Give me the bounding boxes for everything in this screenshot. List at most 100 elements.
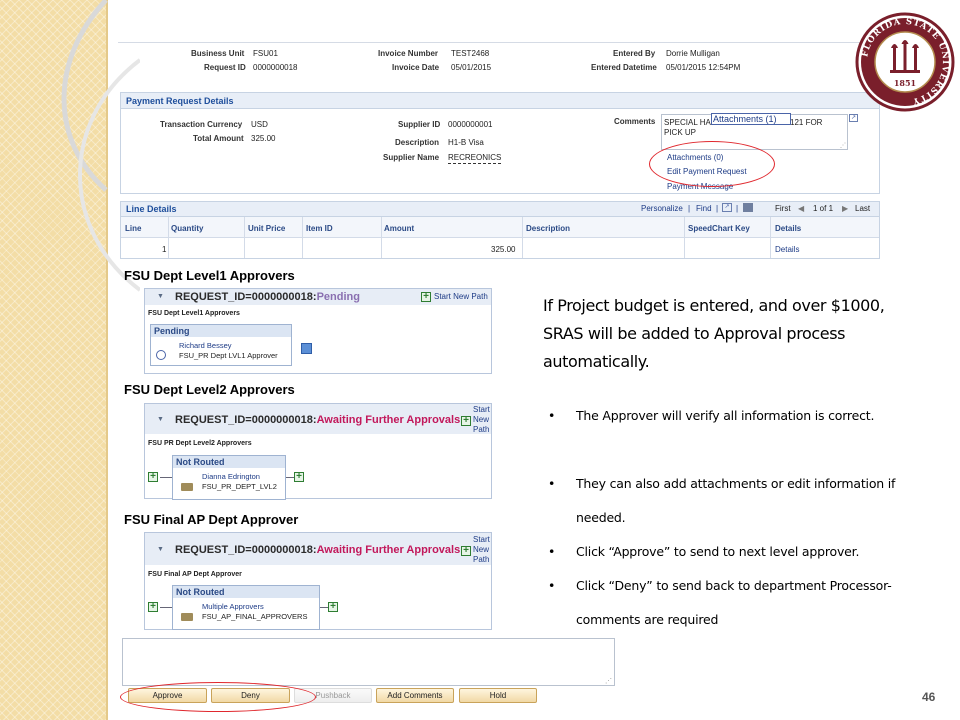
status-text-2: Awaiting Further Approvals (316, 414, 461, 426)
approver-role-2: FSU_PR_DEPT_LVL2 (202, 482, 277, 491)
attachments-tooltip: Attachments (1) (711, 113, 791, 125)
start-label[interactable]: Start (473, 405, 490, 414)
approvals-level2-heading: FSU Dept Level2 Approvers (124, 382, 295, 397)
path-label[interactable]: Path (473, 425, 489, 434)
total-amount-value: 325.00 (251, 134, 276, 143)
stage-box-3: Not Routed Multiple Approvers FSU_AP_FIN… (172, 585, 320, 630)
comments-line-1-tail: 121 FOR (790, 118, 823, 127)
hold-button[interactable]: Hold (459, 688, 537, 703)
column-item-id: Item ID (306, 224, 333, 233)
stage-status-2: Not Routed (173, 456, 285, 468)
approver-name-3[interactable]: Multiple Approvers (202, 602, 264, 611)
add-approver-plus-icon[interactable] (301, 343, 312, 354)
line-details-header (121, 202, 879, 217)
bullet-item-3: • Click “Approve” to send to next level … (548, 535, 938, 569)
university-seal-logo: FLORIDA STATE UNIVERSITY 1851 (855, 12, 955, 112)
path-name-3: FSU Final AP Dept Approver (148, 571, 242, 578)
find-link[interactable]: Find (696, 204, 712, 213)
request-id-status-1: REQUEST_ID=0000000018:Pending (175, 291, 360, 303)
entered-datetime-value: 05/01/2015 12:54PM (666, 63, 741, 72)
comments-line-2: PICK UP (664, 128, 697, 137)
resize-grip-icon[interactable]: ⋰ (840, 142, 846, 149)
collapse-triangle-icon[interactable]: ▼ (157, 416, 164, 423)
previous-arrow-icon[interactable]: ◀ (798, 204, 804, 213)
header-divider (118, 42, 878, 43)
decorative-arcs (61, 0, 140, 292)
insert-before-plus-icon[interactable]: + (148, 472, 158, 482)
page-number: 46 (922, 690, 936, 704)
business-unit-value: FSU01 (253, 49, 278, 58)
page-range: 1 of 1 (813, 204, 834, 213)
line-details-column-header-row (121, 217, 879, 238)
approver-role-1: FSU_PR Dept LVL1 Approver (179, 351, 278, 360)
last-link[interactable]: Last (855, 204, 870, 213)
entered-by-label: Entered By (613, 49, 656, 58)
approval-path-final: ▼ REQUEST_ID=0000000018:Awaiting Further… (144, 532, 492, 630)
path-label[interactable]: Path (473, 555, 489, 564)
invoice-date-value: 05/01/2015 (451, 63, 492, 72)
path-name-2: FSU PR Dept Level2 Approvers (148, 440, 252, 447)
description-label: Description (395, 138, 440, 147)
seal-year: 1851 (894, 78, 916, 88)
column-amount: Amount (384, 224, 415, 233)
column-description: Description (526, 224, 571, 233)
personalize-link[interactable]: Personalize (641, 204, 683, 213)
request-id-value: 0000000018 (253, 63, 298, 72)
payment-request-title: Payment Request Details (126, 96, 234, 106)
start-label[interactable]: Start (473, 535, 490, 544)
approvals-final-heading: FSU Final AP Dept Approver (124, 512, 299, 527)
view-all-icon[interactable]: ↗ (722, 203, 732, 212)
row-details-link[interactable]: Details (775, 245, 799, 254)
comments-line-1: SPECIAL HA (664, 118, 711, 127)
stage-status-1: Pending (151, 325, 291, 337)
clock-icon (156, 350, 166, 360)
column-line: Line (125, 224, 142, 233)
add-comments-button[interactable]: Add Comments (376, 688, 454, 703)
bullet-item-2: • They can also add attachments or edit … (548, 467, 938, 535)
new-label[interactable]: New (473, 415, 489, 424)
bullet-dot: • (548, 578, 556, 593)
new-label[interactable]: New (473, 545, 489, 554)
approvals-level1-heading: FSU Dept Level1 Approvers (124, 268, 295, 283)
approval-comments-textarea[interactable]: ⋰ (122, 638, 615, 686)
request-id-status-3: REQUEST_ID=0000000018:Awaiting Further A… (175, 544, 461, 556)
currency-label: Transaction Currency (160, 120, 243, 129)
invoice-number-value: TEST2468 (451, 49, 490, 58)
collapse-triangle-icon[interactable]: ▼ (157, 293, 164, 300)
expand-icon[interactable]: ↗ (849, 114, 858, 122)
collapse-triangle-icon[interactable]: ▼ (157, 546, 164, 553)
supplier-name-value[interactable]: RECREONICS (448, 153, 502, 164)
first-link[interactable]: First (775, 204, 791, 213)
entered-datetime-label: Entered Datetime (591, 63, 657, 72)
start-new-path-plus-icon[interactable]: + (421, 292, 431, 302)
highlight-oval-links (649, 141, 775, 187)
supplier-name-label: Supplier Name (383, 153, 440, 162)
line-details-title: Line Details (126, 204, 177, 214)
highlight-oval-buttons (120, 682, 316, 712)
start-new-path-plus-icon[interactable]: + (461, 546, 471, 556)
column-quantity: Quantity (171, 224, 204, 233)
callout-text: If Project budget is entered, and over $… (543, 296, 885, 371)
stage-box-2: Not Routed Dianna Edrington FSU_PR_DEPT_… (172, 455, 286, 500)
insert-after-plus-icon[interactable]: + (328, 602, 338, 612)
description-value: H1-B Visa (448, 138, 484, 147)
status-text-1: Pending (316, 291, 360, 303)
start-new-path-link[interactable]: Start New Path (434, 292, 488, 301)
download-grid-icon[interactable] (743, 203, 753, 212)
approver-name-1[interactable]: Richard Bessey (179, 341, 232, 350)
supplier-id-label: Supplier ID (398, 120, 441, 129)
row-amount: 325.00 (491, 245, 516, 254)
start-new-path-plus-icon[interactable]: + (461, 416, 471, 426)
approver-name-2[interactable]: Dianna Edrington (202, 472, 260, 481)
bullet-dot: • (548, 408, 556, 423)
column-details: Details (775, 224, 802, 233)
resize-grip-icon[interactable]: ⋰ (605, 677, 612, 685)
insert-before-plus-icon[interactable]: + (148, 602, 158, 612)
next-arrow-icon[interactable]: ▶ (842, 204, 848, 213)
bullet-item-4: • Click “Deny” to send back to departmen… (548, 569, 938, 637)
request-id-status-2: REQUEST_ID=0000000018:Awaiting Further A… (175, 414, 461, 426)
approval-path-level2: ▼ REQUEST_ID=0000000018:Awaiting Further… (144, 403, 492, 500)
approver-role-3: FSU_AP_FINAL_APPROVERS (202, 612, 308, 621)
approval-path-level1: ▼ REQUEST_ID=0000000018:Pending + Start … (144, 288, 492, 374)
insert-after-plus-icon[interactable]: + (294, 472, 304, 482)
